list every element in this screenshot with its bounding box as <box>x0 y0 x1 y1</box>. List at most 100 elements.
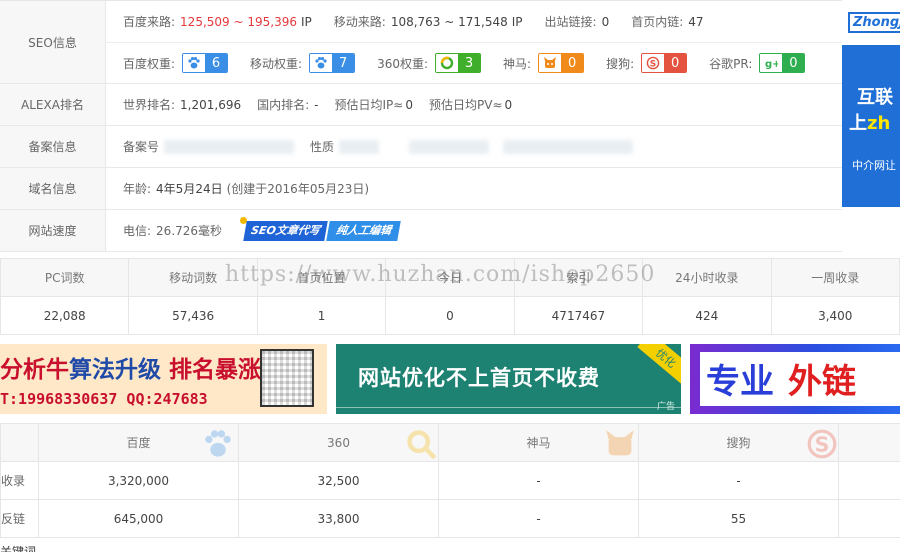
domain-age-value: 4年5月24日 <box>156 182 223 196</box>
360-header: 360 <box>238 423 439 463</box>
engine-header-row: 百度 360 神马 搜狗 S <box>0 423 900 463</box>
baidu-traffic-value[interactable]: 125,509 ~ 195,396 <box>180 15 297 29</box>
360-weight-badge[interactable]: 3 <box>435 53 482 73</box>
home-position-header: 首页位置 <box>256 258 387 297</box>
shenma-header: 神马 <box>438 423 639 462</box>
ad-banner-backlinks[interactable]: 专业 外链 <box>690 344 900 414</box>
keyword-stats-table: PC词数 移动词数 首页位置 今日 索引 24小时收录 一周收录 22,088 … <box>0 258 900 335</box>
domestic-rank-label: 国内排名: <box>257 98 310 112</box>
indexed-row: 收录 3,320,000 32,500 - - <box>0 461 900 500</box>
mobile-traffic-value[interactable]: 108,763 ~ 171,548 <box>391 15 508 29</box>
shenma-weight-value: 0 <box>561 54 584 72</box>
home-position-value: 1 <box>256 296 387 335</box>
heartbeat-line-icon <box>336 407 681 408</box>
qr-code-icon <box>260 349 314 407</box>
360-backlinks-value[interactable]: 33,800 <box>238 499 439 538</box>
mobile-weight-badge[interactable]: 7 <box>309 53 356 73</box>
baidu-weight-value: 6 <box>205 54 228 72</box>
indexed-row-label: 收录 <box>0 461 39 500</box>
world-rank-value[interactable]: 1,201,696 <box>180 98 241 112</box>
baidu-paw-icon <box>310 54 333 72</box>
seo-writing-ad-link[interactable]: SEO文章代写 纯人工编辑 <box>240 216 401 241</box>
seo-info-panel: SEO信息 百度来路: 125,509 ~ 195,396 IP 移动来路: 1… <box>0 0 842 252</box>
week-indexed-value: 3,400 <box>770 296 900 335</box>
domestic-rank-value: - <box>314 97 319 112</box>
world-rank-label: 世界排名: <box>123 98 176 112</box>
360-icon <box>404 428 438 463</box>
ad2-corner-ribbon: 优化 <box>637 344 681 385</box>
ad2-text: 网站优化不上首页不收费 <box>358 366 600 390</box>
baidu-header: 百度 <box>38 423 239 463</box>
seo-writing-tag: SEO文章代写 <box>243 220 328 241</box>
side-ad-line2-highlight: zh <box>867 113 891 134</box>
domain-label: 域名信息 <box>0 168 106 209</box>
index-value: 4717467 <box>513 296 644 335</box>
baidu-indexed-value[interactable]: 3,320,000 <box>38 461 239 500</box>
seo-row: SEO信息 百度来路: 125,509 ~ 195,396 IP 移动来路: 1… <box>0 1 842 84</box>
daily-ip-label: 预估日均IP≈ <box>334 98 404 112</box>
icp-label: 备案信息 <box>0 126 106 167</box>
sogou-icon: S <box>642 54 665 72</box>
sogou-indexed-value: - <box>638 461 839 500</box>
engine-extra-header <box>838 423 900 462</box>
mobile-keywords-value[interactable]: 57,436 <box>128 296 258 335</box>
baidu-weight-badge[interactable]: 6 <box>182 53 229 73</box>
ad1-slogan2: 排名暴涨 <box>169 357 262 383</box>
stats-value-row: 22,088 57,436 1 0 4717467 424 3,400 <box>0 296 900 335</box>
sogou-weight-label: 搜狗: <box>606 56 635 71</box>
mobile-traffic-unit: IP <box>511 14 523 29</box>
360-indexed-value[interactable]: 32,500 <box>238 461 439 500</box>
baidu-traffic-label: 百度来路: <box>123 15 176 29</box>
telecom-speed-label: 电信: <box>123 224 152 238</box>
icp-name-redacted <box>409 139 490 154</box>
daily-pv-value: 0 <box>504 97 513 112</box>
shenma-weight-label: 神马: <box>503 56 532 71</box>
360-icon <box>436 54 459 72</box>
pc-keywords-header: PC词数 <box>0 258 130 297</box>
shenma-icon <box>539 54 562 72</box>
keywords-section-heading: 关键词 <box>0 545 37 552</box>
360-weight-label: 360权重: <box>377 56 429 71</box>
sogou-weight-value: 0 <box>664 54 687 72</box>
ad2-ad-tag: 广告 <box>656 402 675 412</box>
24h-indexed-header: 24小时收录 <box>642 258 772 297</box>
daily-pv-label: 预估日均PV≈ <box>429 98 503 112</box>
baidu-backlinks-value[interactable]: 645,000 <box>38 499 239 538</box>
svg-text:g+: g+ <box>765 59 778 70</box>
outlinks-label: 出站链接: <box>544 15 597 29</box>
icp-time-redacted <box>503 139 634 154</box>
side-ad-line3: 中介网让 <box>852 159 896 172</box>
side-ad-line1: 互联 <box>857 87 893 108</box>
mobile-weight-value: 7 <box>332 54 355 72</box>
daily-ip-value: 0 <box>405 97 413 112</box>
svg-text:S: S <box>650 59 656 69</box>
side-ad-logo: ZhongJ <box>848 12 900 33</box>
google-pr-value: 0 <box>782 54 805 72</box>
weights-line: 百度权重: 6 移动权重: 7 360权重: 3 神马: 0 搜狗: S 0 谷… <box>106 42 842 83</box>
seo-label: SEO信息 <box>0 1 106 83</box>
side-ad-banner[interactable]: ZhongJ 互联 上zh 中介网让 <box>842 0 900 207</box>
icp-nature-label: 性质 <box>310 140 335 154</box>
baidu-paw-icon <box>198 428 238 463</box>
ad-banner-fenxiniu[interactable]: 分析牛算法升级 排名暴涨 T:19968330637 QQ:247683 <box>0 344 327 414</box>
ad-banner-seo[interactable]: 网站优化不上首页不收费 优化 广告 <box>336 344 681 414</box>
home-inlinks-label: 首页内链: <box>631 15 684 29</box>
icp-record-redacted <box>164 139 295 154</box>
sogou-icon: S <box>806 428 838 463</box>
manual-edit-tag: 纯人工编辑 <box>326 220 401 241</box>
home-inlinks-value[interactable]: 47 <box>688 15 703 29</box>
sogou-weight-badge[interactable]: S 0 <box>641 53 688 73</box>
google-plus-icon: g+ <box>760 54 783 72</box>
pc-keywords-value[interactable]: 22,088 <box>0 296 130 335</box>
icp-nature-redacted <box>339 139 380 154</box>
outlinks-value[interactable]: 0 <box>602 15 610 29</box>
sogou-backlinks-value[interactable]: 55 <box>638 499 839 538</box>
shenma-weight-badge[interactable]: 0 <box>538 53 585 73</box>
mobile-traffic-label: 移动来路: <box>333 15 386 29</box>
side-ad-line2: 上zh <box>842 109 900 135</box>
google-pr-badge[interactable]: g+ 0 <box>759 53 806 73</box>
alexa-label: ALEXA排名 <box>0 84 106 125</box>
stats-header-row: PC词数 移动词数 首页位置 今日 索引 24小时收录 一周收录 <box>0 258 900 297</box>
baidu-weight-label: 百度权重: <box>123 56 176 71</box>
icp-row: 备案信息 备案号 性质 <box>0 126 842 168</box>
